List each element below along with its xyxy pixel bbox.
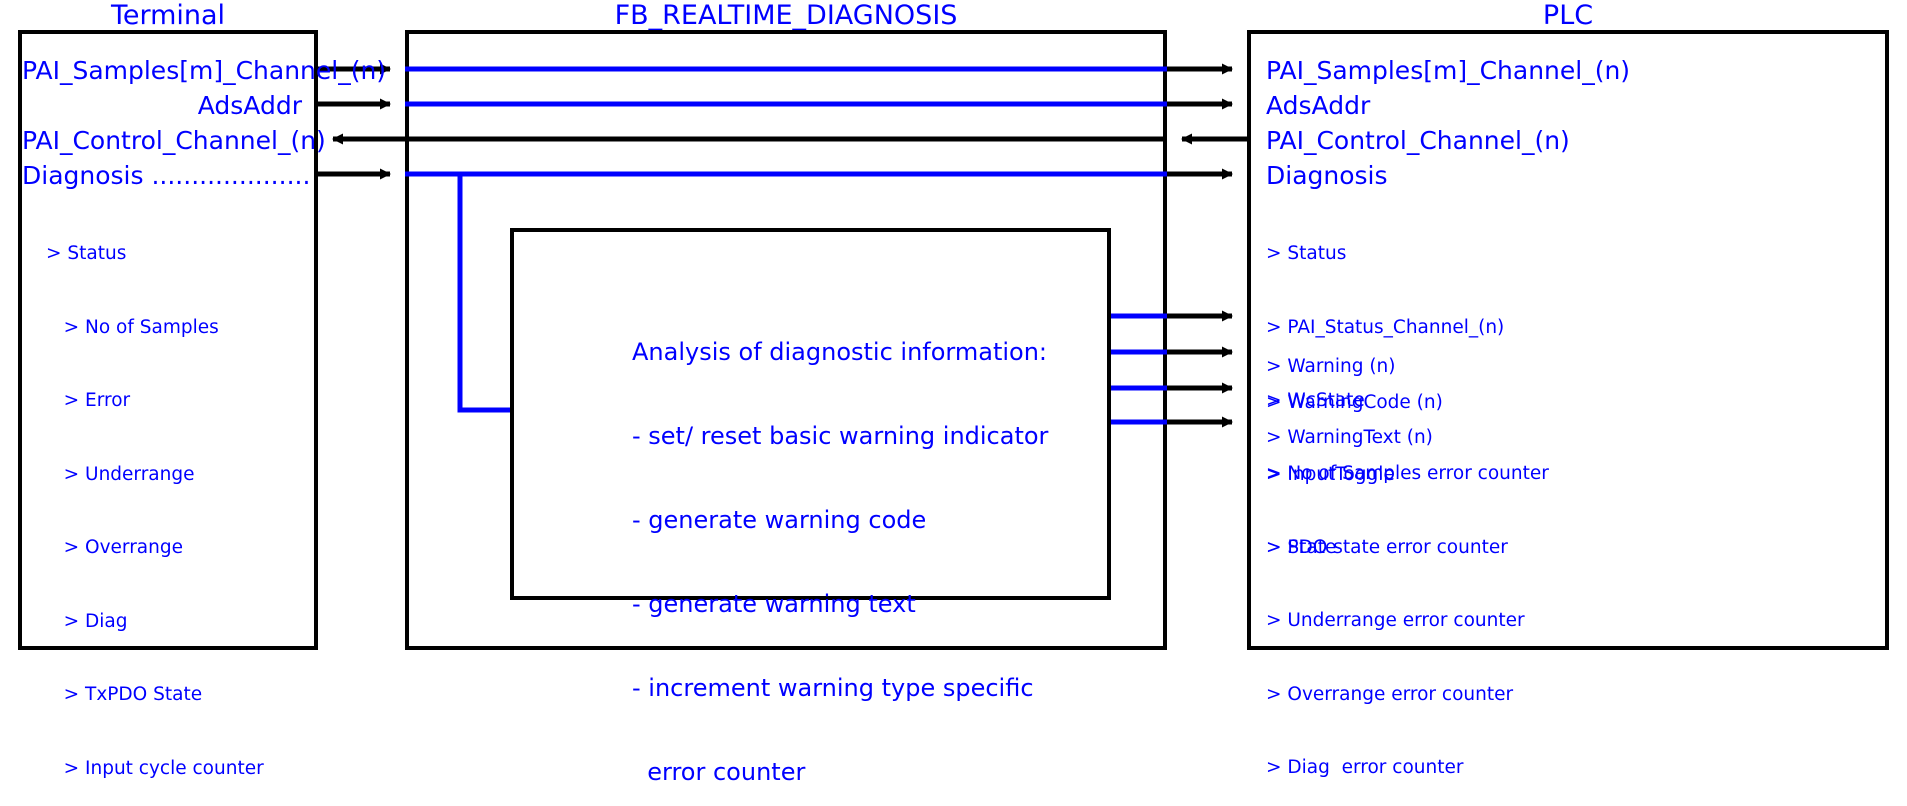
- plc-port-adsaddr: AdsAddr: [1266, 91, 1371, 120]
- list-item: > Underrange error counter: [1266, 610, 1525, 631]
- list-item: > Underrange: [46, 463, 195, 485]
- list-item: > Status: [1266, 243, 1347, 264]
- terminal-port-adsaddr: AdsAddr: [197, 91, 302, 120]
- terminal-diagnosis-tree: > Status > No of Samples > Error > Under…: [46, 193, 314, 806]
- analysis-line: - generate warning code: [632, 506, 927, 534]
- terminal-port-pai-control: PAI_Control_Channel_(n): [22, 126, 326, 155]
- list-item: > No of Samples: [46, 316, 219, 338]
- function-block-column-title: FB_REALTIME_DIAGNOSIS: [614, 0, 958, 31]
- terminal-column-title: Terminal: [110, 0, 226, 31]
- list-item: > Diag: [46, 610, 128, 632]
- list-item: > PDO state error counter: [1266, 536, 1508, 558]
- list-item: > Input cycle counter: [46, 757, 264, 779]
- list-item: > Status: [46, 243, 127, 264]
- list-item: > Overrange error counter: [1266, 683, 1514, 705]
- terminal-port-diagnosis: Diagnosis ....................: [22, 161, 311, 190]
- analysis-line: Analysis of diagnostic information:: [632, 338, 1048, 366]
- analysis-description: Analysis of diagnostic information: - se…: [632, 282, 1102, 806]
- terminal-port-pai-samples: PAI_Samples[m]_Channel_(n): [22, 56, 387, 85]
- diagram-canvas: Terminal FB_REALTIME_DIAGNOSIS PLC PAI_S…: [0, 0, 1907, 806]
- list-item: > No of Samples error counter: [1266, 463, 1549, 484]
- analysis-line: - generate warning text: [632, 590, 916, 618]
- list-item: > Diag error counter: [1266, 757, 1464, 778]
- analysis-line: error counter: [632, 758, 806, 786]
- plc-port-pai-samples: PAI_Samples[m]_Channel_(n): [1266, 56, 1631, 85]
- list-item: > TxPDO State: [46, 684, 203, 705]
- plc-port-diagnosis: Diagnosis: [1266, 161, 1388, 190]
- list-item: > Overrange: [46, 537, 183, 558]
- analysis-line: - set/ reset basic warning indicator: [632, 422, 1049, 450]
- plc-error-counter-list: > No of Samples error counter > PDO stat…: [1266, 413, 1866, 806]
- plc-column-title: PLC: [1542, 0, 1594, 31]
- analysis-line: - increment warning type specific: [632, 674, 1034, 702]
- plc-port-pai-control: PAI_Control_Channel_(n): [1266, 126, 1570, 155]
- list-item: > Error: [46, 390, 131, 411]
